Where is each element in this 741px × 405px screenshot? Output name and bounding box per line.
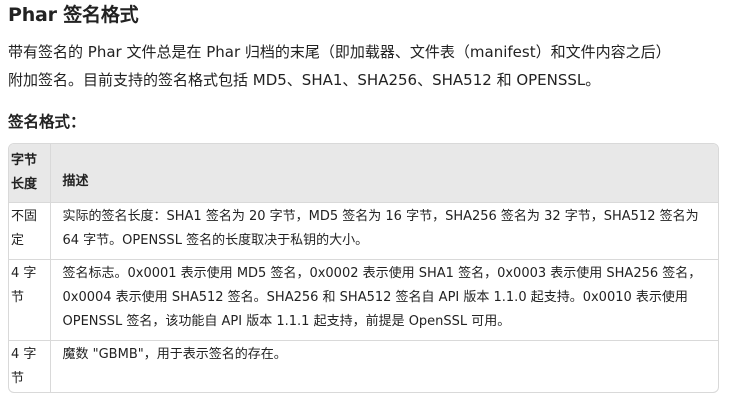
intro-line-2: 附加签名。目前支持的签名格式包括 MD5、SHA1、SHA256、SHA512 … — [8, 71, 601, 89]
row-length-cell: 4 字 节 — [9, 258, 51, 340]
table-row: 4 字 节 魔数 "GBMB"，用于表示签名的存在。 — [9, 339, 718, 392]
row-length-line-1: 不固 — [11, 208, 38, 224]
row-length-line-2: 节 — [11, 289, 25, 305]
row-length-cell: 4 字 节 — [9, 339, 51, 392]
section-heading: 签名格式： — [8, 113, 86, 131]
row-description-cell: 魔数 "GBMB"，用于表示签名的存在。 — [50, 339, 718, 392]
header-description: 描述 — [62, 174, 89, 189]
row-length-line-1: 4 字 — [11, 265, 37, 281]
signature-format-table-container: 字节 长度 描述 不固 定 实际的签名长度：SHA1 签名为 20 字节，MD5… — [8, 143, 719, 393]
page-title: Phar 签名格式 — [8, 4, 139, 26]
row-length-cell: 不固 定 — [9, 201, 51, 259]
header-length: 字节 长度 — [9, 144, 51, 202]
row-length-line-2: 定 — [11, 232, 25, 248]
row-description-cell: 签名标志。0x0001 表示使用 MD5 签名，0x0002 表示使用 SHA1… — [50, 258, 718, 340]
signature-format-table: 字节 长度 描述 不固 定 实际的签名长度：SHA1 签名为 20 字节，MD5… — [9, 144, 718, 392]
row-description-cell: 实际的签名长度：SHA1 签名为 20 字节，MD5 签名为 16 字节，SHA… — [50, 201, 718, 259]
header-length-line-2: 长度 — [11, 176, 38, 192]
header-length-line-1: 字节 — [11, 152, 38, 168]
table-row: 不固 定 实际的签名长度：SHA1 签名为 20 字节，MD5 签名为 16 字… — [9, 201, 718, 259]
intro-line-1: 带有签名的 Phar 文件总是在 Phar 归档的末尾（即加载器、文件表（man… — [8, 43, 671, 61]
intro-paragraph: 带有签名的 Phar 文件总是在 Phar 归档的末尾（即加载器、文件表（man… — [8, 38, 730, 94]
page: Phar 签名格式 带有签名的 Phar 文件总是在 Phar 归档的末尾（即加… — [0, 0, 741, 405]
table-header-row: 字节 长度 描述 — [9, 144, 718, 202]
row-length-line-1: 4 字 — [11, 346, 37, 362]
table-row: 4 字 节 签名标志。0x0001 表示使用 MD5 签名，0x0002 表示使… — [9, 258, 718, 340]
row-length-line-2: 节 — [11, 370, 25, 386]
